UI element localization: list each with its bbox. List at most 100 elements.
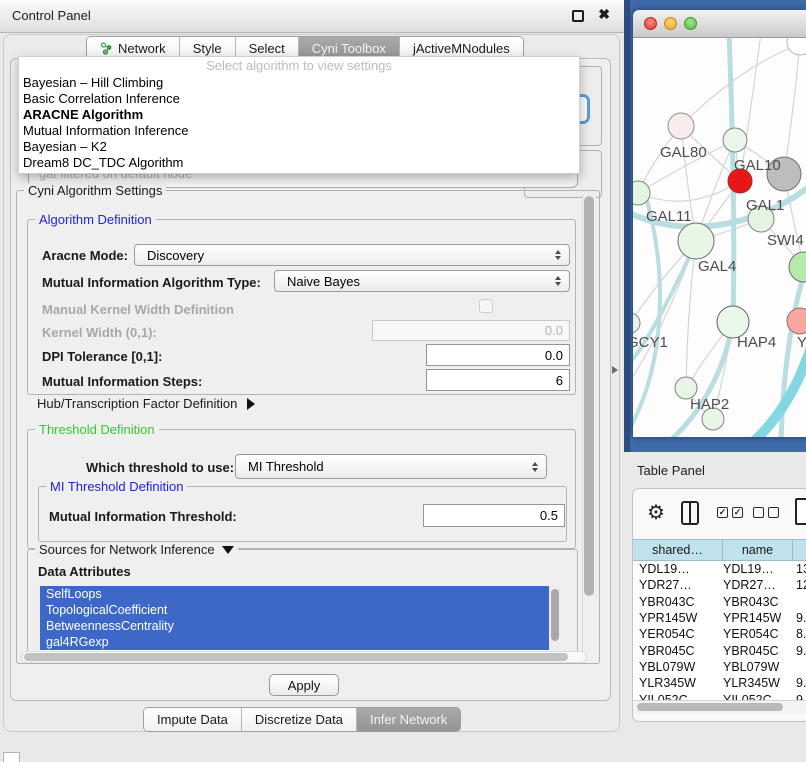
table-cell: YBR043C — [633, 595, 723, 609]
node-label-gal4: GAL4 — [698, 258, 736, 275]
expand-right-icon — [247, 398, 255, 410]
table-row[interactable]: YIL052CYIL052C9 — [633, 691, 806, 700]
table-cell: YDR27… — [633, 578, 723, 592]
data-attributes-list[interactable]: SelfLoopsTopologicalCoefficientBetweenne… — [40, 586, 560, 652]
mi-steps-field[interactable]: 6 — [426, 369, 570, 391]
kernel-width-field[interactable]: 0.0 — [372, 320, 570, 341]
table-row[interactable]: YDL19…YDL19…13 — [633, 561, 806, 577]
scrollbar-thumb[interactable] — [637, 703, 783, 711]
screen: Control Panel ✖ gal filtered on default … — [0, 0, 806, 762]
table-cell: YBL079W — [633, 660, 723, 674]
network-edge[interactable] — [784, 42, 800, 174]
table-cell: YER054C — [633, 627, 723, 641]
dpi-tolerance-label: DPI Tolerance [0,1]: — [42, 345, 162, 367]
which-threshold-select[interactable]: MI Threshold — [235, 454, 547, 479]
algorithm-option-basic-correlation-inference[interactable]: Basic Correlation Inference — [19, 91, 579, 107]
algorithm-option-bayesian-k2[interactable]: Bayesian – K2 — [19, 139, 579, 155]
node-unlabeled-top[interactable] — [787, 38, 806, 55]
table-row[interactable]: YDR27…YDR27…12 — [633, 577, 806, 593]
bottom-left-partial-widget — [3, 752, 20, 762]
node-GAL4[interactable] — [678, 223, 714, 259]
attribute-selfloops[interactable]: SelfLoops — [40, 586, 549, 602]
sources-group: Sources for Network Inference Data Attri… — [27, 549, 578, 662]
column-header-clipped[interactable] — [793, 540, 806, 560]
node-GCY1[interactable] — [633, 313, 640, 333]
algorithm-option-mutual-information-inference[interactable]: Mutual Information Inference — [19, 123, 579, 139]
checked-box-icon: ✓ — [732, 507, 743, 518]
table-panel-title: Table Panel — [637, 463, 705, 478]
which-threshold-value: MI Threshold — [248, 459, 524, 474]
scrollbar-thumb[interactable] — [551, 589, 559, 641]
aracne-mode-label: Aracne Mode: — [42, 244, 128, 266]
column-header-shared[interactable]: shared… — [633, 540, 723, 560]
hub-definition-label: Hub/Transcription Factor Definition — [37, 396, 237, 411]
node-GAL80[interactable] — [668, 113, 694, 139]
gear-icon[interactable]: ⚙ — [647, 500, 665, 525]
table-cell: YBL079W — [723, 660, 793, 674]
algorithm-option-bayesian-hill-climbing[interactable]: Bayesian – Hill Climbing — [19, 75, 579, 91]
node-GAL10[interactable] — [723, 128, 747, 152]
panel-splitter-handle-icon[interactable] — [612, 366, 618, 374]
attributes-scrollbar[interactable] — [549, 586, 560, 652]
bottom-tab-discretize-data[interactable]: Discretize Data — [242, 708, 357, 731]
close-icon[interactable]: ✖ — [598, 6, 610, 23]
unchecked-box-icon — [753, 507, 764, 518]
bottom-tab-impute-data[interactable]: Impute Data — [144, 708, 242, 731]
deselect-all-columns-icon[interactable] — [753, 507, 779, 518]
bottom-tabs: Impute DataDiscretize DataInfer Network — [143, 707, 461, 732]
scrollbar-thumb[interactable] — [24, 653, 568, 661]
table-row[interactable]: YLR345WYLR345W9. — [633, 675, 806, 691]
bottom-tab-infer-network[interactable]: Infer Network — [357, 708, 460, 731]
float-window-icon[interactable] — [572, 10, 584, 22]
close-traffic-light-icon[interactable] — [644, 17, 657, 30]
aracne-mode-select[interactable]: Discovery — [134, 244, 570, 266]
table-row[interactable]: YER054CYER054C8. — [633, 626, 806, 642]
network-window-titlebar[interactable] — [633, 10, 806, 38]
settings-horizontal-scrollbar[interactable] — [21, 651, 587, 663]
table-cell: 9. — [793, 611, 806, 625]
panel-title: Control Panel — [12, 0, 91, 32]
table-horizontal-scrollbar[interactable] — [633, 700, 806, 714]
control-panel-titlebar: Control Panel ✖ — [0, 0, 624, 33]
table-row[interactable]: YPR145WYPR145W9. — [633, 610, 806, 626]
table-row[interactable]: YBL079WYBL079W — [633, 659, 806, 675]
algorithm-option-dream8-dc-tdc-algorithm[interactable]: Dream8 DC_TDC Algorithm — [19, 155, 579, 171]
network-canvas[interactable]: GAL80GAL10GAL1GAL11SWI4GAL4GCY1HAP4YHAP2 — [633, 38, 806, 437]
algorithm-dropdown-popup: Select algorithm to view settings Bayesi… — [18, 56, 580, 174]
kernel-width-value: 0.0 — [545, 323, 563, 338]
attribute-gal4rgexp[interactable]: gal4RGexp — [40, 634, 549, 650]
tab-label: Cyni Toolbox — [312, 41, 386, 56]
dropdown-prompt: Select algorithm to view settings — [19, 57, 579, 75]
mi-threshold-field[interactable]: 0.5 — [423, 504, 565, 527]
zoom-traffic-light-icon[interactable] — [684, 17, 697, 30]
split-columns-icon[interactable] — [681, 501, 699, 525]
table-row[interactable]: YBR045CYBR045C9. — [633, 642, 806, 658]
column-header-name[interactable]: name — [723, 540, 793, 560]
node-label-hap4: HAP4 — [737, 334, 776, 351]
node-unlabeled-green[interactable] — [789, 252, 806, 282]
attribute-topologicalcoefficient[interactable]: TopologicalCoefficient — [40, 602, 549, 618]
tab-label: jActiveMNodules — [413, 41, 510, 56]
manual-kernel-width-checkbox[interactable] — [479, 299, 493, 313]
network-edge[interactable] — [681, 44, 800, 126]
table-row[interactable]: YBR043CYBR043C — [633, 594, 806, 610]
select-all-columns-icon[interactable]: ✓ ✓ — [717, 507, 743, 518]
attribute-betweennesscentrality[interactable]: BetweennessCentrality — [40, 618, 549, 634]
mi-threshold-definition-group: MI Threshold Definition Mutual Informati… — [38, 486, 567, 542]
scrollbar-thumb[interactable] — [584, 196, 594, 596]
sources-title[interactable]: Sources for Network Inference — [35, 542, 238, 557]
settings-vertical-scrollbar[interactable] — [582, 194, 596, 658]
tab-label: Style — [193, 41, 222, 56]
algorithm-option-aracne-algorithm[interactable]: ARACNE Algorithm — [19, 107, 579, 123]
minimize-traffic-light-icon[interactable] — [664, 17, 677, 30]
dpi-tolerance-field[interactable]: 0.0 — [426, 344, 570, 366]
node-table-container: ⚙ ✓ ✓ shared…name YDL19…YDL19…13YDR27…YD… — [632, 488, 806, 722]
tab-label: Network — [118, 41, 166, 56]
apply-button[interactable]: Apply — [269, 674, 339, 696]
export-file-icon[interactable] — [795, 498, 806, 525]
settings-group-title: Cyni Algorithm Settings — [24, 183, 166, 198]
unchecked-box-icon — [768, 507, 779, 518]
table-cell: YDR27… — [723, 578, 793, 592]
mi-algorithm-type-select[interactable]: Naive Bayes — [274, 270, 570, 292]
hub-definition-expander[interactable]: Hub/Transcription Factor Definition — [37, 396, 255, 411]
